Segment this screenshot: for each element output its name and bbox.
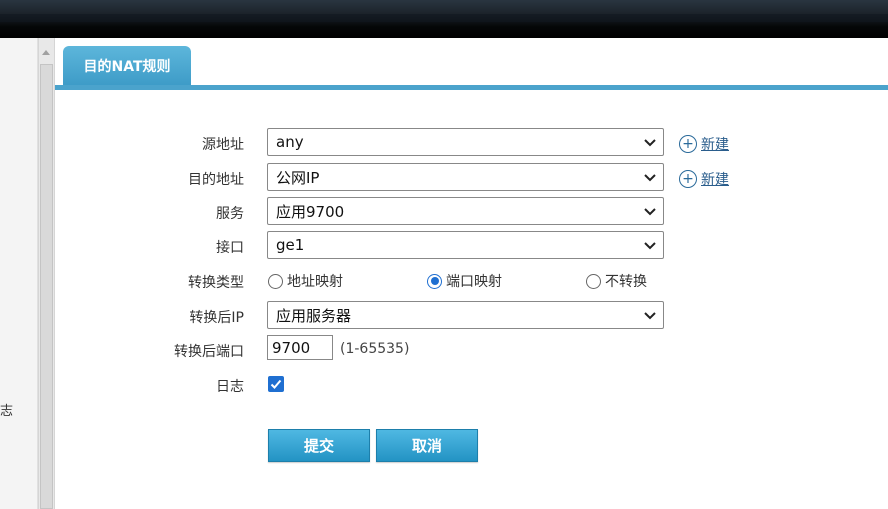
left-panel-text-fragment: 志	[0, 404, 14, 419]
tab-dest-nat-rule[interactable]: 目的NAT规则	[63, 46, 191, 86]
scroll-up-arrow-icon[interactable]	[42, 50, 50, 55]
radio-label: 地址映射	[287, 274, 343, 290]
translated-ip-label: 转换后IP	[189, 310, 244, 326]
new-link-text: 新建	[701, 137, 729, 153]
submit-button[interactable]: 提交	[268, 429, 370, 462]
interface-label: 接口	[216, 240, 244, 256]
source-address-value: any	[276, 133, 304, 151]
vertical-scrollbar[interactable]	[38, 38, 55, 509]
translation-type-label: 转换类型	[188, 275, 244, 291]
interface-value: ge1	[276, 236, 305, 254]
translated-ip-value: 应用服务器	[276, 306, 352, 325]
radio-circle	[268, 273, 283, 289]
interface-select[interactable]: ge1	[267, 231, 664, 259]
radio-circle	[586, 273, 601, 289]
chevron-down-icon	[644, 139, 656, 147]
dest-address-new-link[interactable]: + 新建	[679, 169, 729, 189]
radio-no-translation[interactable]: 不转换	[586, 271, 647, 291]
radio-label: 端口映射	[446, 274, 502, 290]
tab-underline	[55, 85, 888, 90]
radio-port-mapping[interactable]: 端口映射	[427, 271, 502, 291]
source-address-label: 源地址	[202, 137, 244, 153]
radio-circle-selected	[427, 273, 442, 289]
left-panel: 志	[0, 38, 38, 509]
radio-label: 不转换	[605, 274, 647, 290]
chevron-down-icon	[644, 312, 656, 320]
scrollbar-thumb[interactable]	[40, 64, 53, 509]
log-checkbox[interactable]	[268, 376, 284, 392]
chevron-down-icon	[644, 174, 656, 182]
add-circle-icon: +	[679, 170, 697, 188]
new-link-text: 新建	[701, 172, 729, 188]
translated-port-input[interactable]: 9700	[267, 335, 333, 360]
source-address-select[interactable]: any	[267, 128, 664, 156]
chevron-down-icon	[644, 242, 656, 250]
port-range-hint: (1-65535)	[340, 341, 410, 357]
service-value: 应用9700	[276, 202, 345, 221]
service-label: 服务	[216, 206, 244, 222]
window-top-bar	[0, 0, 888, 38]
chevron-down-icon	[644, 208, 656, 216]
source-address-new-link[interactable]: + 新建	[679, 134, 729, 154]
cancel-button[interactable]: 取消	[376, 429, 478, 462]
radio-address-mapping[interactable]: 地址映射	[268, 271, 343, 291]
add-circle-icon: +	[679, 135, 697, 153]
main-content: 目的NAT规则 源地址 any + 新建 目的地址 公网IP + 新建 服务 应…	[55, 38, 888, 509]
service-select[interactable]: 应用9700	[267, 197, 664, 225]
log-label: 日志	[216, 379, 244, 395]
translated-port-label: 转换后端口	[174, 344, 244, 360]
dest-address-value: 公网IP	[276, 168, 320, 187]
top-bar-strip	[0, 14, 888, 22]
translated-ip-select[interactable]: 应用服务器	[267, 301, 664, 329]
dest-address-select[interactable]: 公网IP	[267, 163, 664, 191]
checkmark-icon	[270, 379, 282, 389]
dest-address-label: 目的地址	[188, 172, 244, 188]
